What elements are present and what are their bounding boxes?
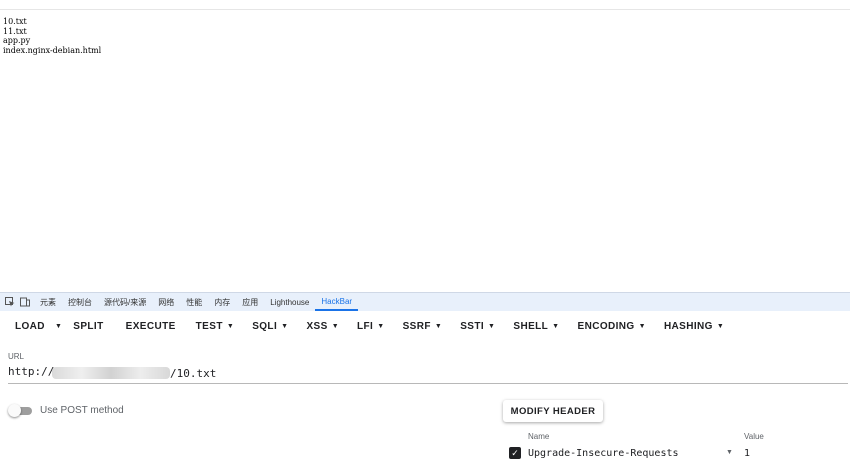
hashing-menu-button[interactable]: HASHING ▼: [657, 311, 731, 341]
ssrf-label: SSRF: [402, 320, 431, 332]
test-label: TEST: [195, 320, 223, 332]
device-toolbar-icon[interactable]: [20, 297, 30, 307]
sqli-menu-button[interactable]: SQLI ▼: [245, 311, 295, 341]
encoding-menu-button[interactable]: ENCODING ▼: [571, 311, 653, 341]
split-button[interactable]: SPLIT: [66, 311, 110, 341]
hackbar-toolbar: LOAD ▼ SPLIT EXECUTE TEST ▼ SQLI ▼ XSS ▼ LF…: [0, 311, 850, 341]
hashing-label: HASHING: [663, 320, 713, 332]
header-enabled-checkbox[interactable]: ✓: [509, 447, 521, 459]
file-link[interactable]: app.py: [3, 36, 101, 46]
tab-performance[interactable]: 性能: [180, 293, 208, 311]
caret-down-icon: ▼: [331, 322, 340, 330]
caret-down-icon: ▼: [434, 322, 443, 330]
load-button[interactable]: LOAD: [0, 311, 51, 341]
tab-hackbar[interactable]: HackBar: [315, 293, 359, 311]
test-menu-button[interactable]: TEST ▼: [189, 311, 242, 341]
caret-down-icon: ▼: [281, 322, 289, 330]
caret-down-icon: ▼: [54, 322, 63, 330]
caret-down-icon: ▼: [377, 322, 385, 330]
ssrf-menu-button[interactable]: SSRF ▼: [396, 311, 450, 341]
inspect-element-icon[interactable]: [5, 297, 15, 307]
lfi-menu-button[interactable]: LFI ▼: [350, 311, 392, 341]
header-value-input[interactable]: 1: [744, 448, 750, 459]
caret-down-icon: ▼: [638, 322, 646, 330]
url-suffix: /10.txt: [170, 367, 217, 380]
sqli-label: SQLI: [252, 320, 278, 332]
header-name-label: Name: [528, 432, 550, 441]
checkbox-checked-icon: ✓: [511, 448, 519, 458]
post-method-label: Use POST method: [40, 405, 124, 416]
xss-label: XSS: [306, 320, 328, 332]
tab-console[interactable]: 控制台: [62, 293, 98, 311]
execute-label: EXECUTE: [125, 320, 176, 332]
tab-sources[interactable]: 源代码/来源: [98, 293, 152, 311]
shell-menu-button[interactable]: SHELL ▼: [506, 311, 566, 341]
header-name-dropdown-icon[interactable]: ▼: [726, 449, 733, 456]
url-label: URL: [8, 352, 25, 361]
shell-label: SHELL: [513, 320, 549, 332]
caret-down-icon: ▼: [488, 322, 496, 330]
tab-memory[interactable]: 内存: [208, 293, 236, 311]
top-divider: [0, 9, 850, 10]
load-dropdown-button[interactable]: ▼: [51, 311, 66, 341]
tab-application[interactable]: 应用: [236, 293, 264, 311]
file-link[interactable]: 11.txt: [3, 27, 101, 37]
lfi-label: LFI: [357, 320, 374, 332]
header-name-input[interactable]: Upgrade-Insecure-Requests: [528, 448, 679, 459]
tab-lighthouse[interactable]: Lighthouse: [264, 293, 315, 311]
caret-down-icon: ▼: [716, 322, 725, 330]
post-method-toggle[interactable]: [8, 404, 33, 417]
tab-network[interactable]: 网络: [152, 293, 180, 311]
directory-listing: 10.txt 11.txt app.py index.nginx-debian.…: [3, 17, 101, 55]
caret-down-icon: ▼: [226, 322, 235, 330]
redacted-host: [52, 367, 170, 379]
modify-header-button[interactable]: MODIFY HEADER: [503, 400, 603, 422]
devtools-tab-bar: 元素 控制台 源代码/来源 网络 性能 内存 应用 Lighthouse Hac…: [0, 292, 850, 311]
url-prefix: http://: [8, 365, 55, 378]
encoding-label: ENCODING: [577, 320, 635, 332]
ssti-label: SSTI: [460, 320, 485, 332]
execute-button[interactable]: EXECUTE: [119, 311, 183, 341]
file-link[interactable]: index.nginx-debian.html: [3, 46, 101, 56]
tab-elements[interactable]: 元素: [34, 293, 62, 311]
file-link[interactable]: 10.txt: [3, 17, 101, 27]
ssti-menu-button[interactable]: SSTI ▼: [453, 311, 502, 341]
header-value-label: Value: [744, 432, 764, 441]
xss-menu-button[interactable]: XSS ▼: [299, 311, 346, 341]
caret-down-icon: ▼: [552, 322, 560, 330]
